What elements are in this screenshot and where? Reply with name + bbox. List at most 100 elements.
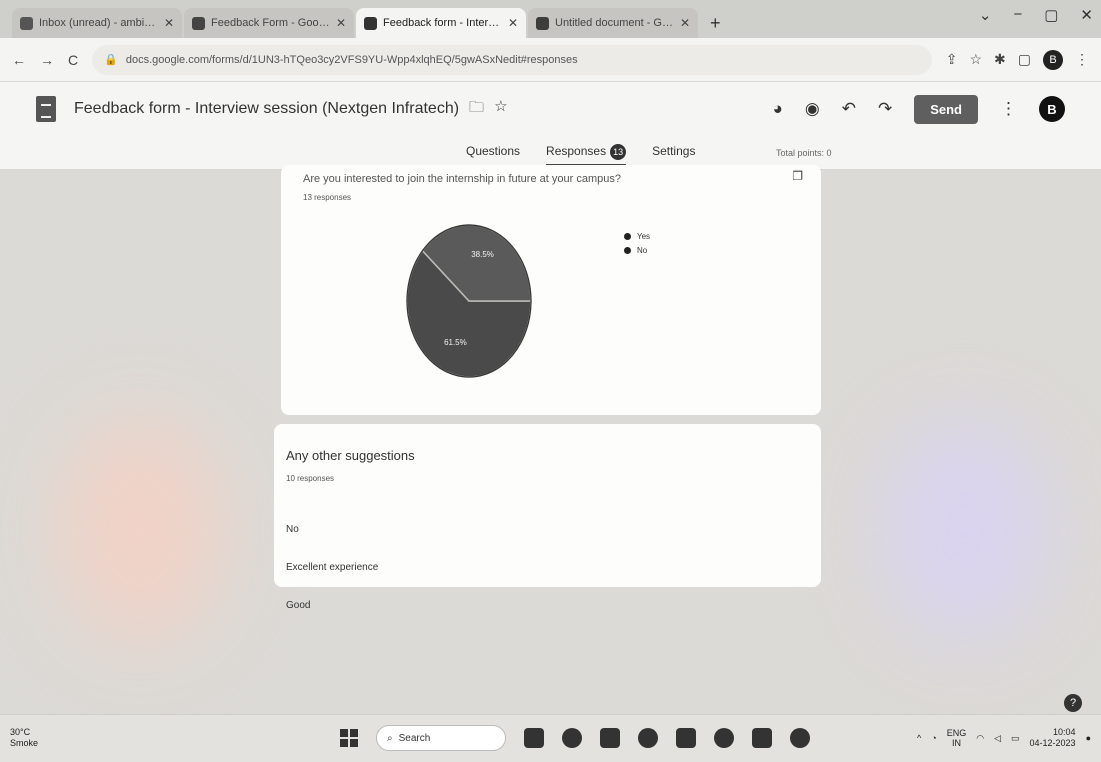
form-title[interactable]: Feedback form - Interview session (Nextg… [74,100,459,118]
docs-icon [536,16,549,30]
clock-date: 04-12-2023 [1029,738,1076,748]
palette-icon[interactable]: ◕ [773,99,783,119]
windows-start-icon[interactable] [340,729,358,747]
search-icon: ⌕ [387,732,393,744]
tab-title: Feedback Form - Google Drive [211,17,330,29]
close-icon[interactable]: ✕ [508,16,518,30]
redo-icon[interactable]: ↷ [878,99,892,119]
folder-icon[interactable]: 🗀 [469,97,484,122]
extensions-icon[interactable]: ✱ [994,51,1006,68]
legend-item-yes: Yes [624,229,650,243]
system-tray: ^ ◔ ENG IN ◠ ◁ ▭ 10:04 04-12-2023 ● [917,727,1091,749]
help-icon[interactable]: ? [1064,694,1082,712]
chart-legend: Yes No [624,229,650,257]
more-options-icon[interactable]: ⋮ [1000,99,1017,119]
browser-tab-1[interactable]: Inbox (unread) - ambimdegt@... ✕ [12,8,182,38]
avatar[interactable]: B [1039,96,1065,122]
battery-icon[interactable]: ▭ [1011,733,1020,744]
undo-icon[interactable]: ↶ [842,99,856,119]
legend-item-no: No [624,243,650,257]
lock-icon: 🔒 [104,54,118,66]
legend-dot [624,232,631,240]
pie-value-label: 38.5% [471,250,494,259]
tray-app-icon[interactable]: ◔ [931,733,936,743]
maximize-button[interactable]: ▢ [1044,6,1058,24]
forward-icon[interactable]: → [40,52,54,68]
browser-tab-strip: Inbox (unread) - ambimdegt@... ✕ Feedbac… [0,0,1101,38]
reload-icon[interactable]: C [68,52,78,68]
title-actions: 🗀 ☆ [469,97,507,122]
toolbar-icons: ⇪ ☆ ✱ ▢ B ⋮ [946,49,1089,70]
language-code: ENG [946,728,967,738]
weather-desc: Smoke [10,738,39,748]
header-actions: ◕ ◉ ↶ ↷ Send ⋮ B [773,94,1065,124]
address-bar: ← → C 🔒 docs.google.com/forms/d/1UN3-hTQ… [0,38,1101,82]
legend-label: No [637,245,648,255]
task-view-icon[interactable] [600,728,620,748]
answer-item: Excellent experience [286,562,379,573]
clock[interactable]: 10:04 04-12-2023 [1030,727,1076,749]
file-explorer-icon[interactable] [524,728,544,748]
url-field[interactable]: 🔒 docs.google.com/forms/d/1UN3-hTQeo3cy2… [92,44,932,75]
send-button[interactable]: Send [914,94,978,124]
tab-responses[interactable]: Responses 13 [546,144,627,166]
edge-icon[interactable] [638,728,658,748]
question-summary-card: Are you interested to join the internshi… [281,165,821,415]
tab-title: Untitled document - Google D [555,17,674,29]
bookmark-star-icon[interactable]: ☆ [969,51,982,68]
pie-value-label: 61.5% [444,338,467,347]
answer-item: Good [286,600,311,611]
wifi-icon[interactable]: ◠ [976,733,984,744]
forms-header: Feedback form - Interview session (Nextg… [0,82,1101,136]
back-icon[interactable]: ← [12,52,26,68]
minimize-button[interactable]: − [1013,6,1022,24]
menu-icon[interactable]: ⋮ [1075,51,1089,68]
question-title: Any other suggestions [286,448,415,463]
volume-icon[interactable]: ◁ [994,733,1001,744]
legend-dot [624,246,631,254]
star-icon[interactable]: ☆ [494,97,507,122]
browser-tab-2[interactable]: Feedback Form - Google Drive ✕ [184,8,354,38]
language-region: IN [951,738,961,748]
pie-chart: 61.5% 38.5% [406,224,532,378]
tab-responses-label: Responses [546,144,607,158]
profile-icon[interactable]: B [1043,49,1063,70]
url-text: docs.google.com/forms/d/1UN3-hTQeo3cy2VF… [125,53,578,66]
answer-item: No [286,524,299,535]
settings-icon[interactable] [714,728,734,748]
suggestions-card: Any other suggestions 10 responses No Ex… [274,424,821,611]
weather-widget[interactable]: 30°C Smoke [10,727,38,749]
share-icon[interactable]: ⇪ [946,51,958,68]
close-icon[interactable]: ✕ [164,16,174,30]
app-icon[interactable] [752,728,772,748]
store-icon[interactable] [676,728,696,748]
new-tab-button[interactable]: + [700,8,731,38]
responses-count-badge: 13 [610,144,627,160]
browser-tab-3[interactable]: Feedback form - Interview sessi ✕ [356,8,526,38]
browser-tab-4[interactable]: Untitled document - Google D ✕ [528,8,698,38]
background-glow-right [880,420,1050,640]
search-label: Search [398,732,431,744]
chevron-up-icon[interactable]: ^ [917,733,921,743]
close-icon[interactable]: ✕ [680,16,690,30]
clock-time: 10:04 [1053,727,1076,737]
chat-icon[interactable] [562,728,582,748]
drive-icon [192,16,205,30]
gmail-icon [20,16,33,30]
chrome-icon[interactable] [790,728,810,748]
preview-eye-icon[interactable]: ◉ [805,99,820,119]
sidepanel-icon[interactable]: ▢ [1018,51,1031,68]
window-controls: ⌄ − ▢ ✕ [979,6,1093,24]
close-icon[interactable]: ✕ [336,16,346,30]
forms-icon [364,16,377,30]
weather-temp: 30°C [10,727,31,737]
tab-settings[interactable]: Settings [652,144,695,166]
notification-icon[interactable]: ● [1086,733,1091,743]
tab-questions[interactable]: Questions [466,144,520,166]
language-indicator[interactable]: ENG IN [947,728,967,748]
tab-title: Inbox (unread) - ambimdegt@... [39,17,158,29]
tab-search-icon[interactable]: ⌄ [979,6,992,24]
taskbar-search[interactable]: ⌕ Search [376,725,506,751]
forms-logo-icon[interactable] [36,96,56,122]
close-window-button[interactable]: ✕ [1080,6,1093,24]
